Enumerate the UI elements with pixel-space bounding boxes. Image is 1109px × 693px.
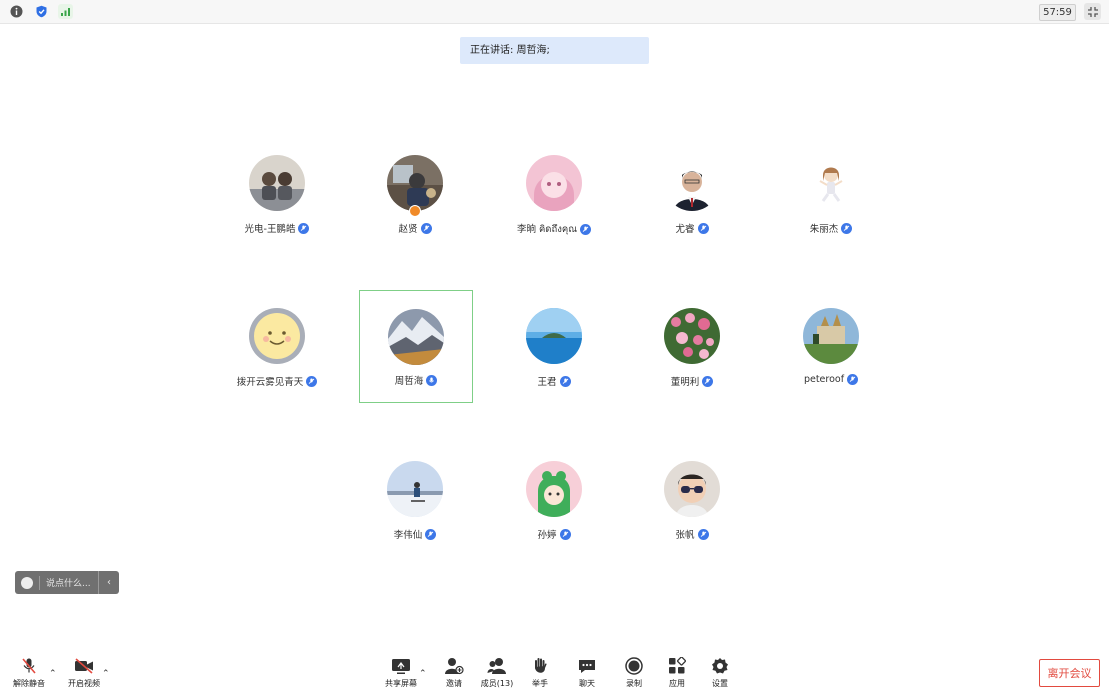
mic-speaking-icon bbox=[426, 374, 438, 386]
mic-muted-icon bbox=[425, 528, 437, 540]
info-icon[interactable] bbox=[9, 4, 24, 19]
chevron-up-icon[interactable]: ⌃ bbox=[102, 669, 110, 679]
avatar bbox=[249, 308, 305, 364]
settings-button[interactable]: 设置 bbox=[700, 656, 740, 690]
signal-icon[interactable] bbox=[58, 4, 73, 19]
start-video-label: 开启视频 bbox=[68, 679, 100, 688]
unmute-button[interactable]: 解除静音 bbox=[9, 656, 49, 690]
divider bbox=[39, 575, 40, 590]
record-icon bbox=[624, 656, 644, 676]
mic-muted-icon bbox=[298, 222, 310, 234]
participant-name: 李晌 คิดถึงคุณ bbox=[516, 224, 578, 235]
participant-tile[interactable]: 尤睿 bbox=[637, 137, 747, 247]
apps-label: 应用 bbox=[669, 679, 685, 688]
members-label: 成员(13) bbox=[480, 679, 514, 688]
raise-hand-label: 举手 bbox=[532, 679, 548, 688]
participant-tile[interactable]: 赵贤 bbox=[360, 137, 470, 247]
mic-muted-icon bbox=[420, 222, 432, 234]
participant-tile[interactable]: 王君 bbox=[499, 290, 609, 400]
mic-muted-icon bbox=[306, 375, 318, 387]
invite-button[interactable]: 邀请 bbox=[434, 656, 474, 690]
settings-label: 设置 bbox=[712, 679, 728, 688]
participant-name: 光电-王鹏皓 bbox=[244, 224, 296, 235]
avatar bbox=[664, 461, 720, 517]
avatar bbox=[664, 155, 720, 211]
participant-tile[interactable]: peteroof bbox=[776, 290, 886, 400]
avatar bbox=[803, 308, 859, 364]
mic-muted-icon bbox=[697, 222, 709, 234]
participant-tile[interactable]: 孙婷 bbox=[499, 443, 609, 553]
participant-tile[interactable]: 李伟仙 bbox=[360, 443, 470, 553]
start-video-button[interactable]: 开启视频 bbox=[64, 656, 104, 690]
participant-name: 拨开云雾见青天 bbox=[236, 377, 304, 388]
participant-name: 董明利 bbox=[670, 377, 700, 388]
members-button[interactable]: 成员(13) bbox=[477, 656, 517, 690]
apps-icon bbox=[667, 656, 687, 676]
participant-tile[interactable]: 光电-王鹏皓 bbox=[222, 137, 332, 247]
participant-tile[interactable]: 朱丽杰 bbox=[776, 137, 886, 247]
participant-tile[interactable]: 董明利 bbox=[637, 290, 747, 400]
mic-off-icon bbox=[19, 656, 39, 676]
chat-button[interactable]: 聊天 bbox=[567, 656, 607, 690]
share-screen-button[interactable]: 共享屏幕 bbox=[381, 656, 421, 690]
hand-icon bbox=[530, 656, 550, 676]
video-off-icon bbox=[74, 656, 94, 676]
top-bar: 57:59 bbox=[0, 0, 1109, 24]
participant-tile-active-speaker[interactable]: 周哲海 bbox=[359, 290, 473, 403]
unmute-label: 解除静音 bbox=[13, 679, 45, 688]
mic-muted-icon bbox=[580, 223, 592, 235]
avatar bbox=[664, 308, 720, 364]
chevron-left-icon[interactable]: ‹ bbox=[98, 571, 119, 594]
speaking-indicator: 正在讲话: 周哲海; bbox=[460, 37, 649, 64]
avatar bbox=[387, 155, 443, 211]
participant-name: 赵贤 bbox=[398, 224, 418, 235]
apps-button[interactable]: 应用 bbox=[657, 656, 697, 690]
chat-placeholder: 说点什么... bbox=[46, 579, 91, 589]
participant-tile[interactable]: 张帆 bbox=[637, 443, 747, 553]
invite-icon bbox=[444, 656, 464, 676]
avatar bbox=[526, 461, 582, 517]
meeting-timer: 57:59 bbox=[1039, 4, 1076, 21]
avatar bbox=[803, 155, 859, 211]
share-screen-label: 共享屏幕 bbox=[385, 679, 417, 688]
participant-name: 孙婷 bbox=[537, 530, 557, 541]
avatar bbox=[388, 309, 444, 365]
mic-muted-icon bbox=[702, 375, 714, 387]
quick-chat-input[interactable]: 说点什么... ‹ bbox=[15, 571, 119, 594]
avatar bbox=[526, 155, 582, 211]
chat-label: 聊天 bbox=[579, 679, 595, 688]
mic-muted-icon bbox=[847, 374, 859, 385]
participant-name: 王君 bbox=[537, 377, 557, 388]
shrink-icon[interactable] bbox=[1084, 3, 1101, 20]
raise-hand-button[interactable]: 举手 bbox=[520, 656, 560, 690]
gear-icon bbox=[710, 656, 730, 676]
record-label: 录制 bbox=[626, 679, 642, 688]
invite-label: 邀请 bbox=[446, 679, 462, 688]
leave-meeting-button[interactable]: 离开会议 bbox=[1039, 659, 1100, 687]
mic-muted-icon bbox=[697, 528, 709, 540]
avatar bbox=[249, 155, 305, 211]
record-button[interactable]: 录制 bbox=[614, 656, 654, 690]
participant-name: peteroof bbox=[803, 374, 845, 385]
host-badge-icon bbox=[409, 205, 421, 217]
chevron-up-icon[interactable]: ⌃ bbox=[49, 669, 57, 679]
participant-name: 尤睿 bbox=[675, 224, 695, 235]
members-icon bbox=[487, 656, 507, 676]
participant-name: 周哲海 bbox=[394, 376, 424, 387]
participant-tile[interactable]: 李晌 คิดถึงคุณ bbox=[499, 137, 609, 247]
mic-muted-icon bbox=[559, 528, 571, 540]
emoji-icon[interactable] bbox=[21, 576, 33, 589]
shield-icon[interactable] bbox=[34, 4, 49, 19]
participant-tile[interactable]: 拨开云雾见青天 bbox=[222, 290, 332, 400]
participant-name: 李伟仙 bbox=[393, 530, 423, 541]
mic-muted-icon bbox=[559, 375, 571, 387]
share-screen-icon bbox=[391, 656, 411, 676]
chevron-up-icon[interactable]: ⌃ bbox=[419, 669, 427, 679]
chat-icon bbox=[577, 656, 597, 676]
participant-name: 张帆 bbox=[675, 530, 695, 541]
avatar bbox=[387, 461, 443, 517]
avatar bbox=[526, 308, 582, 364]
participant-name: 朱丽杰 bbox=[809, 224, 839, 235]
mic-muted-icon bbox=[841, 222, 853, 234]
